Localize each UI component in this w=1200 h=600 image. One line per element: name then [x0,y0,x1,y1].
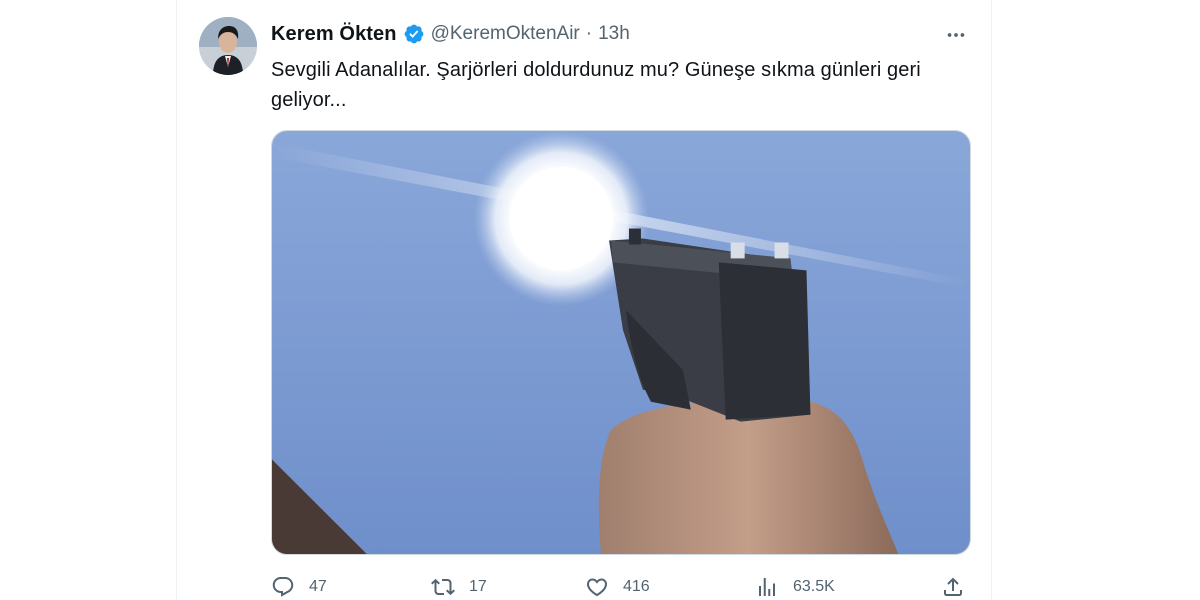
tweet-card[interactable]: Kerem Ökten @KeremOktenAir · 13h Sevgili… [176,0,992,600]
header-separator: · [585,23,593,44]
tweet-photo-image [272,131,970,554]
verified-badge-icon [403,23,425,45]
views-button[interactable]: 63.5K [755,574,835,600]
reply-button[interactable]: 47 [271,574,327,600]
tweet-header: Kerem Ökten @KeremOktenAir · 13h [271,21,630,47]
tweet-text: Sevgili Adanalılar. Şarjörleri doldurdun… [271,59,921,111]
reply-count: 47 [309,578,327,595]
avatar[interactable] [199,17,257,75]
like-button[interactable]: 416 [585,574,650,600]
tweet-media-photo[interactable] [271,130,971,555]
more-horizontal-icon [947,33,965,37]
reply-icon [272,577,294,597]
views-chart-icon [759,578,775,596]
share-icon [944,577,962,596]
heart-icon [586,578,608,597]
tweet-timestamp[interactable]: 13h [598,23,630,45]
retweet-icon [431,578,455,596]
avatar-image [199,17,257,75]
page: Kerem Ökten @KeremOktenAir · 13h Sevgili… [0,0,1200,600]
author-handle[interactable]: @KeremOktenAir [431,23,580,45]
share-button[interactable] [941,574,965,600]
more-options-button[interactable] [943,22,969,48]
author-name[interactable]: Kerem Ökten [271,23,397,46]
like-count: 416 [623,578,650,595]
retweet-count: 17 [469,578,487,595]
retweet-button[interactable]: 17 [431,574,487,600]
view-count: 63.5K [793,578,835,595]
tweet-actions-bar: 47 17 416 63.5K [271,574,971,600]
